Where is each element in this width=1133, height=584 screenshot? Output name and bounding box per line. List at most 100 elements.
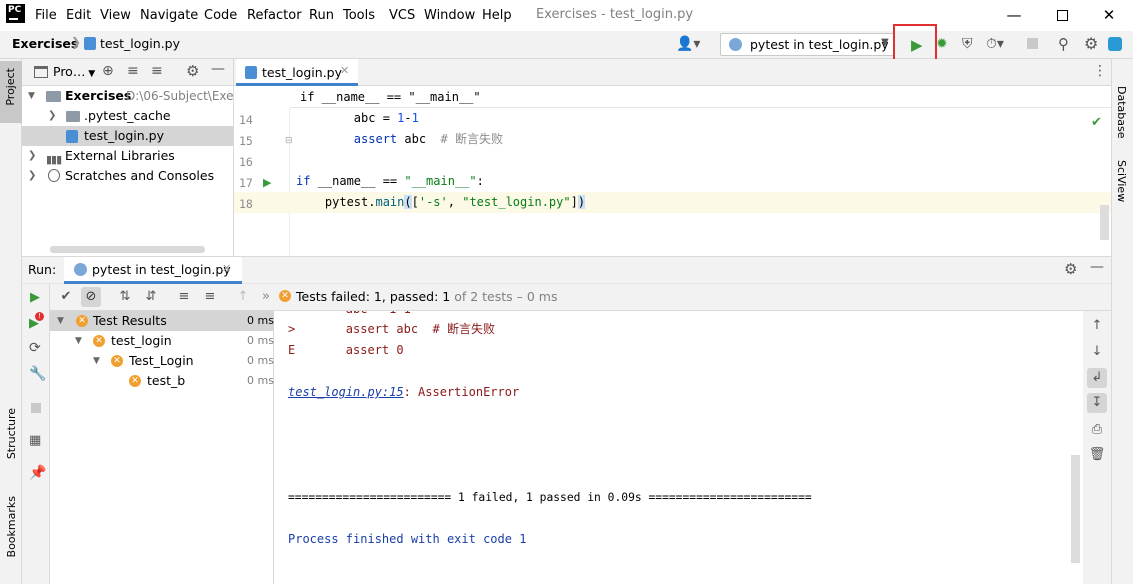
chevron-right-icon: ❯	[48, 110, 57, 121]
console-text: assert 0	[295, 343, 404, 357]
chevron-down-icon: ▼	[881, 37, 889, 48]
inspection-ok-icon[interactable]: ✔	[1091, 115, 1102, 130]
editor-tab-test-login[interactable]: test_login.py ✕	[236, 59, 358, 86]
pytest-icon	[74, 263, 87, 276]
test-node-time: 0 ms	[247, 354, 274, 367]
stop-icon[interactable]	[31, 403, 41, 413]
scroll-to-end-icon[interactable]: ↧	[1087, 393, 1107, 413]
tree-item-scratches[interactable]: ❯ Scratches and Consoles	[22, 166, 233, 186]
scroll-down-icon[interactable]: ↓	[1087, 342, 1107, 362]
test-node-time: 0 ms	[247, 374, 274, 387]
test-node-test-login[interactable]: ▼ ✕ test_login 0 ms	[50, 331, 274, 351]
more-actions-icon[interactable]: »	[256, 287, 276, 307]
database-tool-tab[interactable]: Database	[1115, 86, 1128, 139]
menu-view[interactable]: View	[100, 7, 131, 25]
fold-icon[interactable]: ⊟	[285, 136, 293, 146]
error-source-link[interactable]: test_login.py:15	[288, 385, 404, 399]
sort-by-duration-icon[interactable]: ⇵	[141, 287, 161, 307]
menu-tools[interactable]: Tools	[343, 7, 375, 25]
run-tab-pytest[interactable]: pytest in test_login.py ✕	[64, 257, 242, 284]
test-node-results[interactable]: ▼ ✕ Test Results 0 ms	[50, 311, 274, 331]
search-icon[interactable]: ⚲	[1058, 35, 1069, 53]
user-icon[interactable]: 👤▾	[676, 36, 700, 52]
minimize-icon[interactable]: —	[999, 2, 1029, 28]
tree-item-external-libraries[interactable]: ❯ ▮▮▮ External Libraries	[22, 146, 233, 166]
test-node-test-b[interactable]: ✕ test_b 0 ms	[50, 371, 274, 391]
status-prefix: Tests failed:	[296, 289, 374, 304]
horizontal-scrollbar[interactable]	[50, 246, 205, 253]
coverage-icon[interactable]: ⛨	[962, 36, 973, 52]
profile-icon[interactable]: ⏱▾	[986, 36, 1004, 52]
tree-item-label: External Libraries	[65, 148, 175, 163]
menu-help[interactable]: Help	[482, 7, 512, 25]
rerun-failed-icon[interactable]: ▶!	[29, 312, 44, 331]
console-scrollbar[interactable]	[1071, 455, 1080, 563]
settings-gear-icon[interactable]: ⚙	[1084, 34, 1098, 53]
show-ignored-icon[interactable]: ⊘	[81, 287, 101, 307]
collapse-all-icon[interactable]: ≡	[151, 63, 163, 79]
hide-run-panel-icon[interactable]: —	[1090, 259, 1104, 275]
toolbox-icon[interactable]	[1108, 37, 1122, 51]
menu-run[interactable]: Run	[309, 7, 334, 25]
gutter-run-icon[interactable]: ▶	[263, 176, 271, 189]
fail-status-icon: ✕	[111, 355, 123, 367]
menu-file[interactable]: File	[35, 7, 57, 25]
hide-panel-icon[interactable]: —	[211, 61, 225, 77]
project-view-icon	[34, 66, 48, 78]
maximize-icon[interactable]	[1047, 2, 1077, 28]
show-passed-icon[interactable]: ✔	[56, 287, 76, 307]
project-view-select[interactable]: Pro… ▼	[53, 64, 95, 79]
stop-icon[interactable]	[1027, 38, 1038, 49]
debug-icon[interactable]: ✹	[936, 36, 948, 52]
close-icon[interactable]: ✕	[340, 64, 349, 77]
close-icon[interactable]: ✕	[222, 262, 231, 275]
previous-failed-icon[interactable]: ↑	[233, 287, 253, 307]
menu-refactor[interactable]: Refactor	[247, 7, 302, 25]
breadcrumb-project[interactable]: Exercises	[12, 36, 78, 51]
run-configuration-select[interactable]: pytest in test_login.py ▼	[720, 33, 895, 56]
collapse-all-icon[interactable]: ≡	[200, 287, 220, 307]
tree-item-label: Scratches and Consoles	[65, 168, 215, 183]
soft-wrap-icon[interactable]: ↲	[1087, 368, 1107, 388]
project-settings-gear-icon[interactable]: ⚙	[186, 62, 199, 80]
structure-tool-tab[interactable]: Structure	[5, 408, 18, 459]
breadcrumb-file[interactable]: test_login.py	[100, 36, 180, 51]
run-tab-label: pytest in test_login.py	[92, 262, 231, 277]
wrench-icon[interactable]: 🔧	[29, 366, 46, 382]
tree-item-test-login[interactable]: test_login.py	[22, 126, 233, 146]
expand-all-icon[interactable]: ≡	[174, 287, 194, 307]
expand-all-icon[interactable]: ≡	[127, 63, 139, 79]
pin-icon[interactable]: 📌	[29, 465, 46, 481]
sort-alphabetically-icon[interactable]: ⇅	[115, 287, 135, 307]
tree-item-root[interactable]: ▼ Exercises D:\06-Subject\Exer	[22, 86, 238, 106]
window-title: Exercises - test_login.py	[536, 7, 694, 22]
menu-vcs[interactable]: VCS	[389, 7, 415, 25]
project-tool-tab[interactable]: Project	[0, 61, 22, 123]
more-icon[interactable]: ⋮	[1093, 63, 1107, 79]
menu-window[interactable]: Window	[424, 7, 475, 25]
bookmarks-tool-tab[interactable]: Bookmarks	[5, 496, 18, 557]
run-settings-gear-icon[interactable]: ⚙	[1064, 260, 1077, 278]
print-icon[interactable]: ⎙	[1087, 420, 1107, 440]
test-node-test-login-class[interactable]: ▼ ✕ Test_Login 0 ms	[50, 351, 274, 371]
scroll-up-icon[interactable]: ↑	[1087, 316, 1107, 336]
chevron-down-icon: ▼	[93, 356, 100, 366]
menu-edit[interactable]: Edit	[66, 7, 91, 25]
test-node-label: Test_Login	[129, 353, 194, 368]
menu-navigate[interactable]: Navigate	[140, 7, 198, 25]
toggle-auto-test-icon[interactable]: ⟳	[29, 340, 41, 356]
layout-icon[interactable]: ▦	[29, 433, 41, 448]
sciview-tool-tab[interactable]: SciView	[1115, 160, 1128, 202]
chevron-right-icon: ❯	[28, 170, 37, 181]
clear-all-trash-icon[interactable]: 🗑	[1087, 445, 1107, 465]
test-node-label: test_b	[147, 373, 186, 388]
locate-icon[interactable]: ⊕	[102, 63, 114, 79]
close-window-icon[interactable]: ✕	[1094, 2, 1124, 28]
chevron-down-icon: ▼	[28, 91, 35, 101]
tree-item-pytest-cache[interactable]: ❯ .pytest_cache	[22, 106, 233, 126]
menu-code[interactable]: Code	[204, 7, 237, 25]
run-icon[interactable]: ▶	[911, 36, 923, 54]
editor-scrollbar[interactable]	[1100, 205, 1109, 240]
rerun-icon[interactable]: ▶	[30, 290, 40, 305]
test-node-label: test_login	[111, 333, 172, 348]
